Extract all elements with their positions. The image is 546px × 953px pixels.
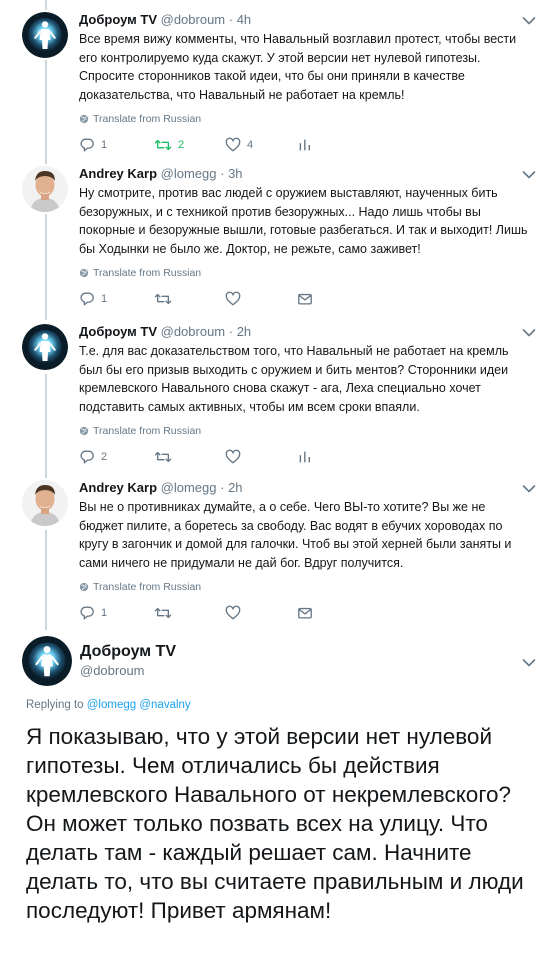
avatar[interactable] xyxy=(22,12,68,58)
like-count: 4 xyxy=(247,139,254,151)
reply-icon xyxy=(79,605,95,621)
tweet[interactable]: Доброум TV @dobroum · 2h Т.е. для вас до… xyxy=(0,324,546,474)
reply-count: 1 xyxy=(101,607,108,619)
author-name[interactable]: Доброум TV xyxy=(80,642,530,662)
tweet-time[interactable]: · 3h xyxy=(220,166,242,181)
chevron-down-icon[interactable] xyxy=(522,170,536,180)
tweet-header: Доброум TV @dobroum · 4h xyxy=(79,12,530,28)
like-button[interactable] xyxy=(225,448,241,466)
analytics-icon xyxy=(297,449,313,465)
globe-icon xyxy=(79,426,89,436)
tweet[interactable]: Andrey Karp @lomegg · 3h Ну смотрите, пр… xyxy=(0,166,546,316)
tweet-actions: 1 xyxy=(79,290,530,308)
author-handle[interactable]: @lomegg xyxy=(161,166,217,181)
replying-to: Replying to @lomegg @navalny xyxy=(26,699,191,711)
tweet-time[interactable]: · 2h xyxy=(229,324,251,339)
retweet-icon xyxy=(154,449,172,465)
globe-icon xyxy=(79,582,89,592)
author-handle[interactable]: @dobroum xyxy=(161,324,226,339)
analytics-button[interactable] xyxy=(297,136,313,154)
retweet-button[interactable]: 2 xyxy=(154,136,184,154)
globe-icon xyxy=(79,114,89,124)
main-tweet-text: Я показываю, что у этой версии нет нулев… xyxy=(26,724,524,923)
avatar[interactable] xyxy=(22,324,68,370)
author-name[interactable]: Доброум TV xyxy=(79,324,157,339)
main-tweet: Доброум TV @dobroum xyxy=(0,636,546,696)
retweet-icon xyxy=(154,137,172,153)
avatar[interactable] xyxy=(22,166,68,212)
translate-label: Translate from Russian xyxy=(93,113,202,125)
reply-count: 1 xyxy=(101,293,108,305)
mention-link[interactable]: @navalny xyxy=(139,699,190,711)
chevron-down-icon[interactable] xyxy=(522,484,536,494)
tweet-time[interactable]: · 4h xyxy=(229,12,251,27)
like-icon xyxy=(225,137,241,153)
avatar[interactable] xyxy=(22,636,72,686)
author-handle[interactable]: @lomegg xyxy=(161,480,217,495)
globe-icon xyxy=(79,268,89,278)
author-name[interactable]: Доброум TV xyxy=(79,12,157,27)
translate-label: Translate from Russian xyxy=(93,425,202,437)
translate-link[interactable]: Translate from Russian xyxy=(79,266,530,280)
reply-icon xyxy=(79,449,95,465)
reply-count: 1 xyxy=(101,139,108,151)
translate-label: Translate from Russian xyxy=(93,267,202,279)
tweet-actions: 1 2 4 xyxy=(79,136,530,154)
retweet-count: 2 xyxy=(178,139,185,151)
retweet-button[interactable] xyxy=(154,448,172,466)
analytics-icon xyxy=(297,137,313,153)
replying-prefix: Replying to xyxy=(26,699,84,711)
translate-link[interactable]: Translate from Russian xyxy=(79,580,530,594)
message-button[interactable] xyxy=(297,604,313,622)
retweet-icon xyxy=(154,291,172,307)
translate-label: Translate from Russian xyxy=(93,581,202,593)
tweet-header: Andrey Karp @lomegg · 2h xyxy=(79,480,530,496)
reply-count: 2 xyxy=(101,451,108,463)
reply-icon xyxy=(79,291,95,307)
tweet-actions: 1 xyxy=(79,604,530,622)
reply-button[interactable]: 2 xyxy=(79,448,107,466)
retweet-button[interactable] xyxy=(154,290,172,308)
tweet-actions: 2 xyxy=(79,448,530,466)
like-button[interactable] xyxy=(225,604,241,622)
message-button[interactable] xyxy=(297,290,313,308)
author-name[interactable]: Andrey Karp xyxy=(79,166,157,181)
reply-button[interactable]: 1 xyxy=(79,604,107,622)
analytics-button[interactable] xyxy=(297,448,313,466)
tweet-text: Все время вижу комменты, что Навальный в… xyxy=(79,32,517,102)
tweet-text: Ну смотрите, против вас людей с оружием … xyxy=(79,186,528,256)
translate-link[interactable]: Translate from Russian xyxy=(79,424,530,438)
reply-icon xyxy=(79,137,95,153)
avatar[interactable] xyxy=(22,480,68,526)
retweet-icon xyxy=(154,605,172,621)
author-handle[interactable]: @dobroum xyxy=(80,662,530,680)
reply-button[interactable]: 1 xyxy=(79,290,107,308)
thread-line xyxy=(45,0,47,10)
tweet-header: Andrey Karp @lomegg · 3h xyxy=(79,166,530,182)
author-handle[interactable]: @dobroum xyxy=(161,12,226,27)
tweet[interactable]: Доброум TV @dobroum · 4h Все время вижу … xyxy=(0,12,546,162)
tweet-text: Вы не о противниках думайте, а о себе. Ч… xyxy=(79,500,512,570)
message-icon xyxy=(297,605,313,621)
tweet-time[interactable]: · 2h xyxy=(220,480,242,495)
chevron-down-icon[interactable] xyxy=(522,328,536,338)
like-button[interactable] xyxy=(225,290,241,308)
retweet-button[interactable] xyxy=(154,604,172,622)
reply-button[interactable]: 1 xyxy=(79,136,107,154)
like-button[interactable]: 4 xyxy=(225,136,253,154)
like-icon xyxy=(225,291,241,307)
translate-link[interactable]: Translate from Russian xyxy=(79,112,530,126)
chevron-down-icon[interactable] xyxy=(522,658,536,668)
chevron-down-icon[interactable] xyxy=(522,16,536,26)
author-name[interactable]: Andrey Karp xyxy=(79,480,157,495)
tweet-header: Доброум TV @dobroum · 2h xyxy=(79,324,530,340)
tweet-text: Т.е. для вас доказательством того, что Н… xyxy=(79,344,509,414)
message-icon xyxy=(297,291,313,307)
tweet[interactable]: Andrey Karp @lomegg · 2h Вы не о противн… xyxy=(0,480,546,630)
like-icon xyxy=(225,605,241,621)
like-icon xyxy=(225,449,241,465)
mention-link[interactable]: @lomegg xyxy=(87,699,136,711)
